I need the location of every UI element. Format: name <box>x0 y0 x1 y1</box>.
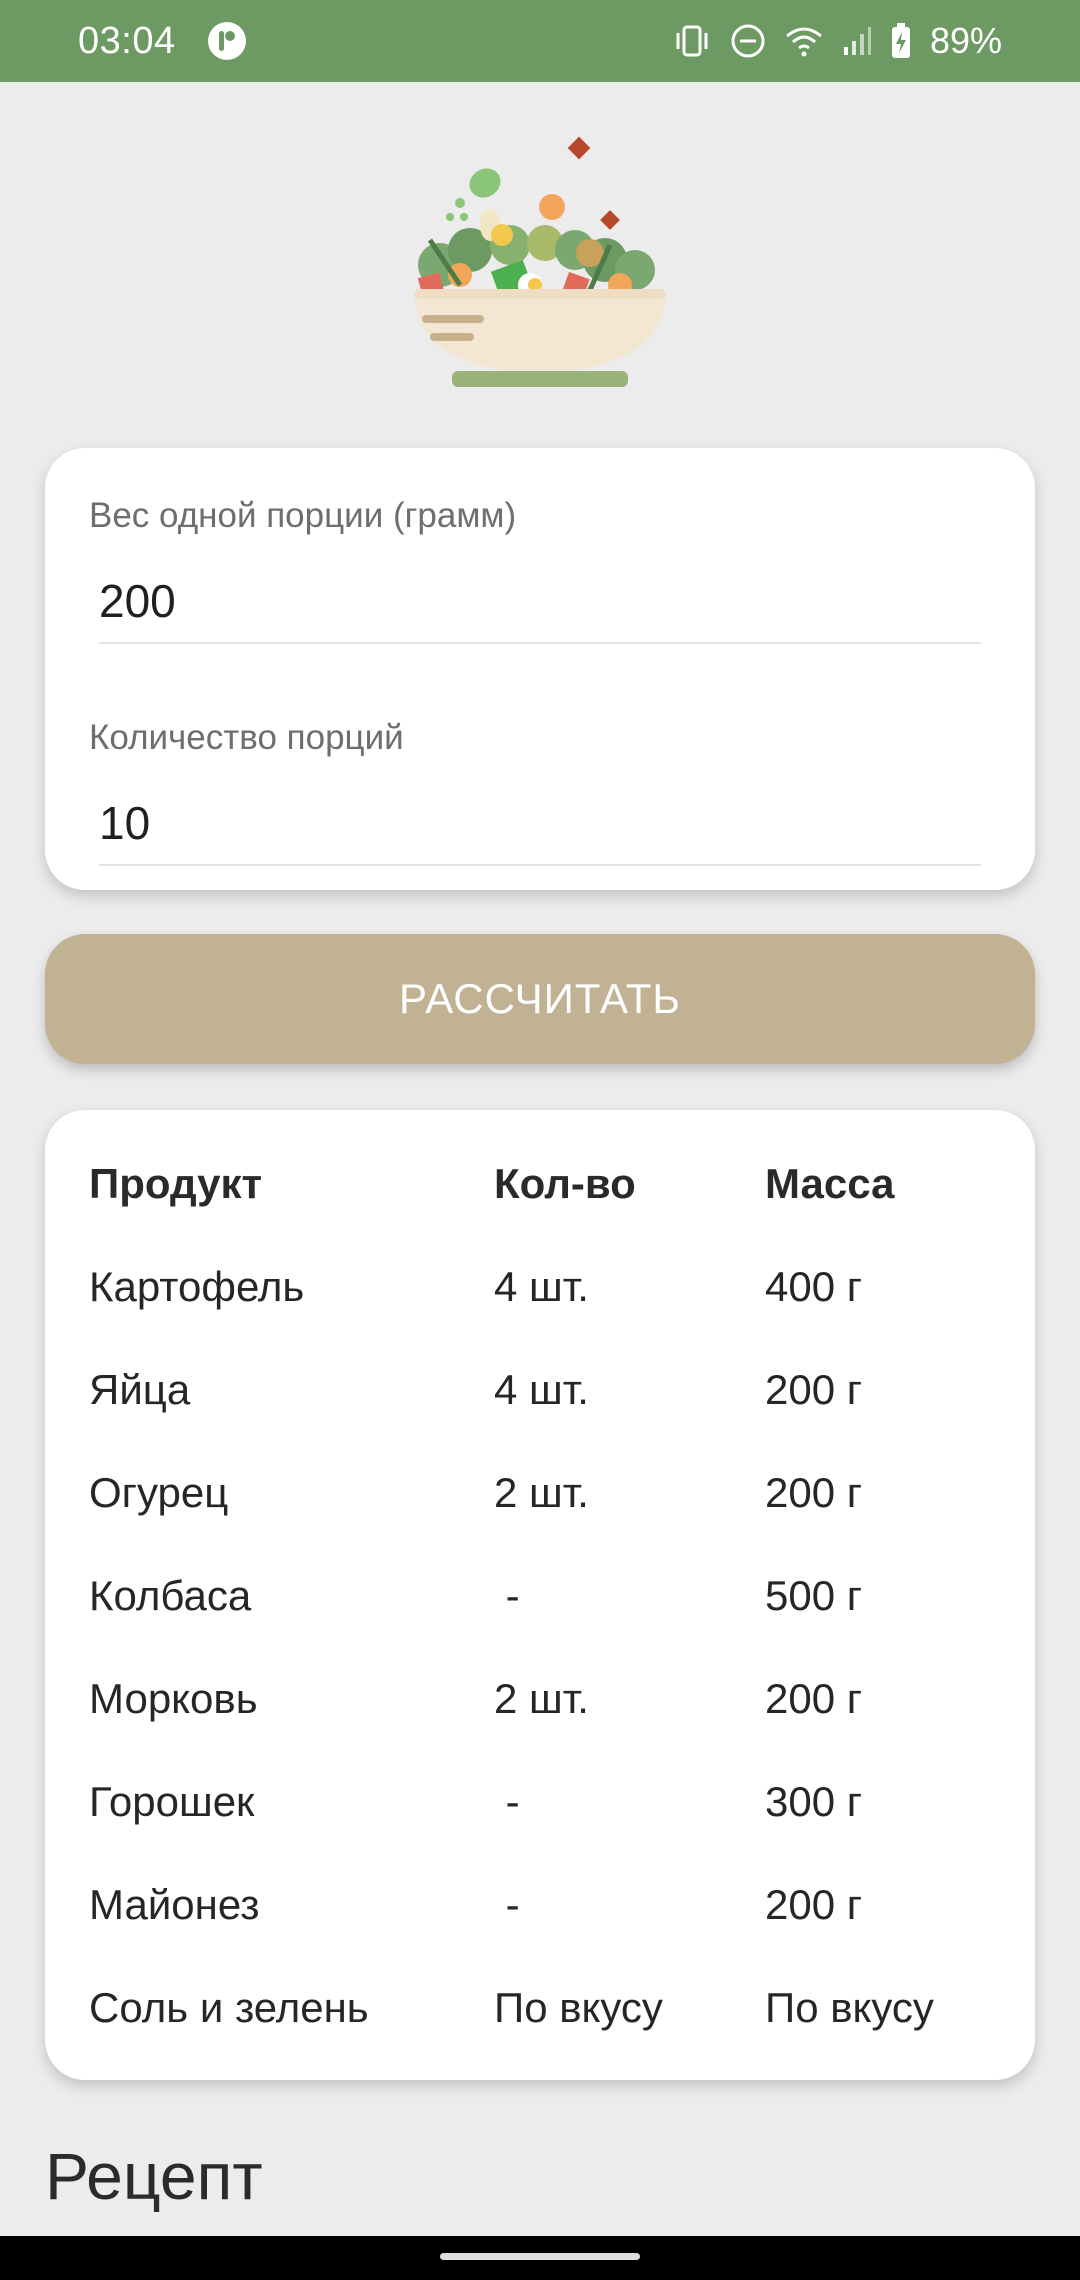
cell-product: Морковь <box>89 1675 258 1722</box>
table-row: Яйца 4 шт. 200 г <box>89 1366 995 1426</box>
status-time: 03:04 <box>78 19 176 62</box>
cell-quantity: 4 шт. <box>494 1366 589 1413</box>
recipe-section-title: Рецепт <box>45 2139 263 2213</box>
cell-mass: 200 г <box>765 1366 863 1413</box>
table-header: Продукт Кол-во Масса <box>89 1160 995 1220</box>
salad-bowl-icon <box>414 136 666 387</box>
portion-count-field[interactable]: Количество порций 10 <box>89 718 981 866</box>
cell-quantity: - <box>494 1778 520 1825</box>
cell-product: Соль и зелень <box>89 1984 369 2031</box>
cell-product: Картофель <box>89 1263 305 1310</box>
portion-count-input[interactable]: 10 <box>99 796 981 866</box>
cell-product: Колбаса <box>89 1572 252 1619</box>
signal-icon <box>842 25 872 57</box>
cell-mass: 200 г <box>765 1881 863 1928</box>
portion-weight-label: Вес одной порции (грамм) <box>89 496 517 535</box>
table-row: Соль и зелень По вкусу По вкусу <box>89 1984 995 2044</box>
portion-inputs-card: Вес одной порции (грамм) 200 Количество … <box>45 448 1035 890</box>
cell-product: Яйца <box>89 1366 191 1413</box>
portion-weight-field[interactable]: Вес одной порции (грамм) 200 <box>89 496 981 644</box>
ingredients-table-card: Продукт Кол-во Масса Картофель 4 шт. 400… <box>45 1110 1035 2080</box>
battery-charging-icon <box>890 23 912 59</box>
portion-weight-input[interactable]: 200 <box>99 574 981 644</box>
cell-mass: 500 г <box>765 1572 863 1619</box>
battery-percent: 89% <box>929 20 1002 61</box>
portion-count-label: Количество порций <box>89 718 404 757</box>
do-not-disturb-icon <box>730 23 766 59</box>
table-row: Горошек - 300 г <box>89 1778 995 1838</box>
home-gesture-handle[interactable] <box>440 2253 640 2260</box>
table-row: Колбаса - 500 г <box>89 1572 995 1632</box>
table-row: Огурец 2 шт. 200 г <box>89 1469 995 1529</box>
cell-product: Горошек <box>89 1778 255 1825</box>
table-row: Майонез - 200 г <box>89 1881 995 1941</box>
cell-quantity: 2 шт. <box>494 1469 589 1516</box>
cell-mass: 300 г <box>765 1778 863 1825</box>
cell-product: Огурец <box>89 1469 229 1516</box>
cell-quantity: 2 шт. <box>494 1675 589 1722</box>
table-row: Морковь 2 шт. 200 г <box>89 1675 995 1735</box>
cell-quantity: - <box>494 1881 520 1928</box>
salad-bowl-illustration <box>0 125 1080 405</box>
cell-mass: 200 г <box>765 1469 863 1516</box>
header-product: Продукт <box>89 1160 263 1207</box>
navigation-bar <box>0 2236 1080 2280</box>
cell-quantity: - <box>494 1572 520 1619</box>
cell-quantity: 4 шт. <box>494 1263 589 1310</box>
status-bar: 03:04 89% <box>0 0 1080 82</box>
header-quantity: Кол-во <box>494 1160 636 1207</box>
vibrate-icon <box>672 24 712 58</box>
header-mass: Масса <box>765 1160 895 1207</box>
cell-mass: 200 г <box>765 1675 863 1722</box>
cell-quantity: По вкусу <box>494 1984 663 2031</box>
cell-product: Майонез <box>89 1881 260 1928</box>
calculate-button[interactable]: РАССЧИТАТЬ <box>45 934 1035 1064</box>
wifi-icon <box>784 24 824 58</box>
app-notification-icon <box>207 22 246 60</box>
cell-mass: 400 г <box>765 1263 863 1310</box>
cell-mass: По вкусу <box>765 1984 934 2031</box>
table-row: Картофель 4 шт. 400 г <box>89 1263 995 1323</box>
